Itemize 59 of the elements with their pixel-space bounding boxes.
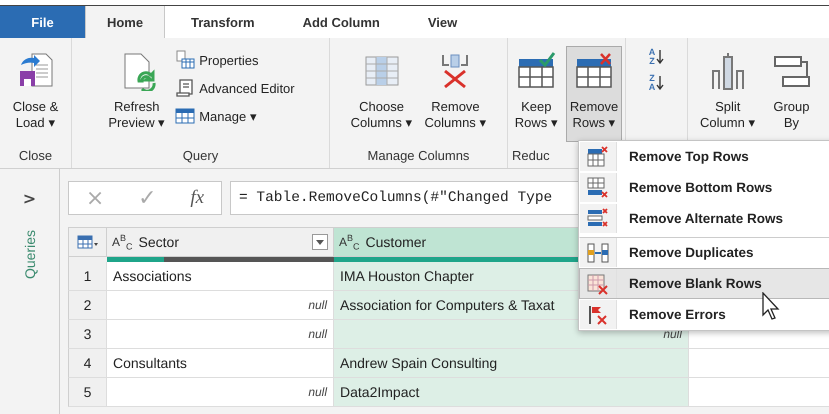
table-cell: Associations: [113, 268, 192, 284]
table-cell: Andrew Spain Consulting: [340, 355, 498, 371]
ribbon-button[interactable]: Properties: [173, 48, 297, 72]
table-cell: IMA Houston Chapter: [340, 268, 474, 284]
ribbon-button[interactable]: Keep Rows ▾: [510, 46, 562, 142]
sort-button[interactable]: Z A: [646, 72, 666, 94]
ribbon-button[interactable]: Close & Load ▾: [8, 46, 62, 142]
editor-icon: [175, 78, 196, 98]
remove-alternate-rows-icon: [587, 208, 609, 230]
row-number: 1: [68, 262, 107, 291]
expand-toggle[interactable]: >: [22, 189, 36, 208]
duplicates-icon: [587, 242, 609, 264]
remove-bottom-rows-icon: [587, 176, 609, 198]
ribbon-button[interactable]: Choose Columns ▾: [346, 46, 416, 142]
menu-item[interactable]: Remove Top Rows: [579, 141, 829, 172]
row-number: 2: [68, 291, 107, 320]
menu-item[interactable]: Remove Duplicates: [579, 237, 829, 268]
remove-blank-rows-icon: [587, 272, 609, 294]
column-name: Sector: [138, 234, 180, 250]
group-label: Close: [18, 148, 52, 162]
arrow-down-icon: [656, 75, 664, 91]
arrow-down-icon: [656, 49, 664, 65]
cursor-icon: [762, 292, 780, 320]
null-value: null: [308, 327, 327, 341]
remove-errors-icon: [587, 304, 609, 326]
menu-item[interactable]: Remove Blank Rows: [579, 268, 829, 299]
row-number: 3: [68, 320, 107, 349]
ribbon-button[interactable]: Split Column ▾: [696, 46, 760, 142]
remove-top-rows-icon: [587, 146, 609, 168]
filter-dropdown-icon[interactable]: [312, 234, 328, 250]
menu-item[interactable]: Remove Errors: [579, 299, 829, 330]
ribbon-button[interactable]: Manage ▾: [173, 104, 297, 128]
file-tab[interactable]: File: [0, 6, 85, 38]
null-value: null: [308, 385, 327, 399]
sort-button[interactable]: A Z: [646, 46, 666, 68]
function-button[interactable]: fx: [190, 187, 204, 209]
column-header[interactable]: A$^{B}$$_{C}$ Sector: [107, 227, 334, 257]
ribbon-button[interactable]: Advanced Editor: [173, 76, 297, 100]
table-menu-icon[interactable]: [76, 234, 98, 250]
row-number: 5: [68, 378, 107, 407]
ribbon-button[interactable]: Refresh Preview ▾: [104, 46, 170, 142]
column-name: Customer: [366, 234, 428, 250]
ribbon-button[interactable]: Group By: [767, 46, 816, 142]
table-icon: [175, 106, 196, 126]
row-number: 4: [68, 349, 107, 378]
null-value: null: [308, 298, 327, 312]
table-cell: Association for Computers & Taxat: [340, 297, 555, 313]
ribbon-button[interactable]: Remove Columns ▾: [420, 46, 490, 142]
remove-rows-icon: [574, 51, 614, 91]
properties-icon: [175, 50, 196, 70]
group-label: Query: [182, 148, 218, 162]
table-cell: Consultants: [113, 355, 187, 371]
table-cell: Data2Impact: [340, 384, 420, 400]
ribbon-tab[interactable]: Home: [85, 6, 165, 38]
ribbon-button[interactable]: Remove Rows ▾: [566, 46, 622, 142]
group-label: Reduc: [512, 148, 550, 162]
queries-pane-title: Queries: [22, 230, 38, 280]
keep-rows-icon: [516, 51, 556, 91]
group-label: Manage Columns: [368, 148, 470, 162]
